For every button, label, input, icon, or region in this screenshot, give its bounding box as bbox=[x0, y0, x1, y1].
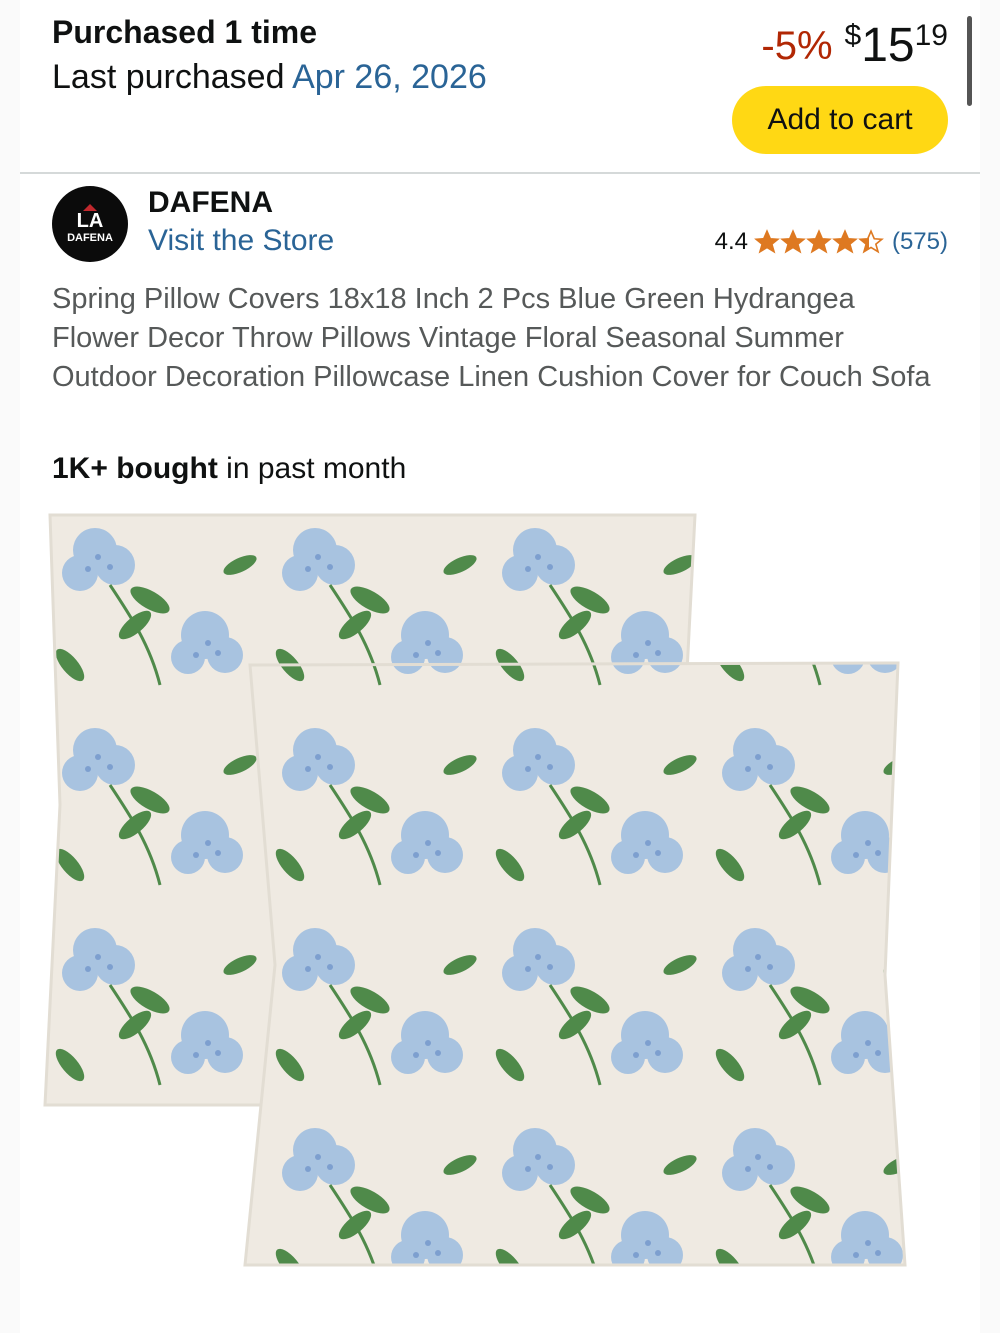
bought-bold: 1K+ bought bbox=[52, 452, 218, 485]
rating-value: 4.4 bbox=[714, 228, 748, 255]
purchase-count: Purchased 1 time bbox=[52, 14, 317, 50]
product-title[interactable]: Spring Pillow Covers 18x18 Inch 2 Pcs Bl… bbox=[52, 280, 942, 397]
star-icon bbox=[780, 229, 806, 254]
rating[interactable]: 4.4 (575) bbox=[715, 228, 948, 256]
price-currency: $ bbox=[844, 19, 862, 52]
product-image[interactable] bbox=[40, 505, 960, 1285]
price: -5% $ 15 19 bbox=[761, 18, 948, 74]
brand-logo-text: DAFENA bbox=[67, 232, 113, 244]
bought-rest: in past month bbox=[217, 452, 407, 485]
brand-logo[interactable]: LA DAFENA bbox=[52, 186, 128, 262]
roof-icon bbox=[83, 204, 97, 211]
star-icon bbox=[832, 229, 858, 254]
last-purchased: Last purchased Apr 26, 2026 bbox=[52, 58, 487, 97]
price-fraction: 19 bbox=[914, 19, 948, 52]
brand-logo-mark: LA bbox=[76, 210, 104, 232]
last-purchased-label: Last purchased bbox=[52, 58, 293, 96]
star-icon bbox=[806, 229, 832, 254]
star-icon bbox=[754, 229, 780, 254]
price-whole: 15 bbox=[861, 19, 915, 72]
add-to-cart-button[interactable]: Add to cart bbox=[732, 86, 948, 154]
brand-name: DAFENA bbox=[148, 186, 273, 219]
scrollbar[interactable] bbox=[967, 16, 972, 106]
discount-percent: -5% bbox=[761, 24, 833, 68]
rating-count[interactable]: (575) bbox=[892, 228, 948, 256]
star-icon bbox=[858, 229, 884, 254]
bought-count: 1K+ bought in past month bbox=[52, 452, 406, 486]
rating-stars bbox=[754, 229, 884, 255]
divider bbox=[20, 172, 980, 174]
visit-store-link[interactable]: Visit the Store bbox=[148, 224, 334, 258]
last-purchased-date: Apr 26, 2026 bbox=[292, 58, 487, 96]
